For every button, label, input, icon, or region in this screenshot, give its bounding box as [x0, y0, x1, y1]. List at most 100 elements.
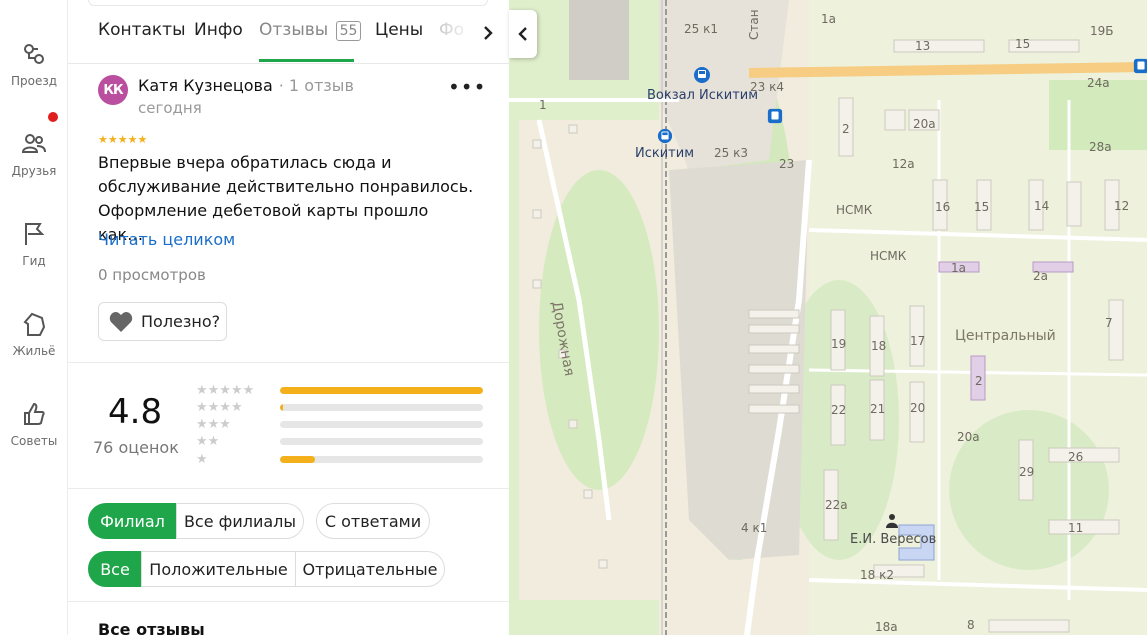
map-label: 20: [910, 401, 926, 415]
panel-top-edge: [88, 0, 488, 6]
rating-row-stars: ★★★★★: [196, 383, 255, 398]
rating-row-bar-fill: [280, 387, 483, 394]
map-label: 2: [842, 122, 850, 136]
all-reviews-heading: Все отзывы: [98, 620, 205, 635]
chevron-right-icon: [484, 26, 493, 40]
map-label: 16: [935, 200, 951, 214]
tab-reviews-label: Отзывы: [259, 20, 329, 40]
map-label: 14: [1034, 199, 1050, 213]
map-label: 4 к1: [741, 521, 768, 535]
map-label: 2а: [1033, 269, 1048, 283]
map-label: 23 к4: [750, 80, 784, 94]
route-icon: [24, 44, 44, 64]
reviews-count-badge: 55: [335, 21, 362, 41]
tab-reviews[interactable]: Отзывы 55: [259, 20, 362, 41]
filter-all-branches-chip[interactable]: Все филиалы: [176, 503, 304, 539]
rating-count: 76 оценок: [93, 438, 179, 457]
friends-icon: [21, 134, 46, 153]
divider: [68, 362, 509, 363]
rail-item-guide[interactable]: Гид: [0, 220, 68, 268]
more-options-button[interactable]: •••: [448, 77, 485, 100]
filter-positive-chip[interactable]: Положительные: [141, 551, 296, 587]
thumbs-up-icon: [24, 402, 45, 425]
review-views: 0 просмотров: [98, 266, 206, 284]
heart-icon: [109, 311, 133, 332]
map-poi-vokzal[interactable]: Вокзал Искитим: [647, 88, 758, 103]
map-label: 28а: [1089, 140, 1112, 154]
rating-row-bar: [280, 404, 483, 411]
map-label: 1: [539, 98, 547, 112]
rail-label: Советы: [10, 434, 58, 448]
map-label: 1а: [821, 12, 836, 26]
bus-stop-icon[interactable]: [1133, 58, 1147, 74]
rating-row: ★★★: [196, 417, 483, 432]
map-label: 18а: [875, 620, 898, 634]
rating-row-bar: [280, 421, 483, 428]
map-label: НСМК: [836, 203, 873, 217]
rail-item-friends[interactable]: Друзья: [0, 130, 68, 178]
map-label: 11: [1068, 521, 1084, 535]
map-poi-veresov[interactable]: Е.И. Вересов: [850, 532, 936, 547]
flag-icon: [25, 223, 45, 245]
rating-row-bar: [280, 387, 483, 394]
train-station-icon[interactable]: [657, 128, 673, 144]
tab-prices[interactable]: Цены: [375, 20, 423, 40]
rating-row-stars: ★: [196, 452, 208, 467]
map-label: 17: [910, 334, 926, 348]
map-label: 2: [975, 374, 983, 388]
notification-dot: [48, 112, 58, 122]
collapse-panel-button[interactable]: [509, 10, 537, 58]
filter-branch-chip[interactable]: Филиал: [88, 503, 177, 539]
map-label-stan: Стан: [747, 9, 761, 40]
rail-label: Жильё: [12, 344, 56, 358]
filter-all-chip[interactable]: Все: [88, 551, 142, 587]
map-label: 12: [1114, 199, 1130, 213]
bus-stop-icon[interactable]: [693, 66, 711, 84]
rating-row: ★: [196, 452, 483, 467]
rating-row-stars: ★★: [196, 434, 220, 449]
map-label: 29: [1019, 465, 1035, 479]
map-label: 25 к3: [714, 146, 748, 160]
review-stars: ★★★★★: [98, 133, 148, 146]
tab-info[interactable]: Инфо: [194, 20, 243, 40]
filter-with-answers-chip[interactable]: С ответами: [316, 503, 430, 539]
tab-contacts[interactable]: Контакты: [98, 20, 186, 40]
author-review-count: · 1 отзыв: [278, 76, 354, 95]
avatar[interactable]: КК: [98, 75, 128, 105]
rating-row-bar: [280, 456, 483, 463]
map-label: 19: [831, 337, 847, 351]
rail-item-route[interactable]: Проезд: [0, 40, 68, 88]
rating-row-bar: [280, 438, 483, 445]
rail-label: Проезд: [10, 74, 58, 88]
rating-value: 4.8: [108, 392, 163, 432]
map-label: 18 к2: [860, 568, 894, 582]
map-label: 22а: [825, 498, 848, 512]
map-poi-iskitim[interactable]: Искитим: [635, 146, 694, 161]
map-label: 26: [1068, 450, 1084, 464]
tab-fade: [428, 10, 478, 54]
rating-row-bar-fill: [280, 456, 315, 463]
tabs-next-button[interactable]: [473, 18, 503, 48]
map-label: НСМК: [870, 249, 907, 263]
filter-negative-chip[interactable]: Отрицательные: [295, 551, 445, 587]
useful-button[interactable]: Полезно?: [98, 302, 227, 341]
tab-bar: Контакты Инфо Отзывы 55 Цены Фо: [68, 0, 509, 64]
map-label: 23: [779, 157, 795, 171]
map-district-centralny: Центральный: [955, 328, 1056, 344]
bus-stop-icon[interactable]: [767, 108, 783, 124]
organization-panel: Контакты Инфо Отзывы 55 Цены Фо КК Катя …: [68, 0, 509, 635]
map-label: 19Б: [1090, 24, 1114, 38]
map-label: 18: [871, 339, 887, 353]
map-label: 15: [974, 200, 990, 214]
read-more-link[interactable]: Читать целиком: [98, 230, 235, 249]
author-name[interactable]: Катя Кузнецова: [138, 76, 273, 95]
rating-row-stars: ★★★: [196, 417, 231, 432]
rail-item-housing[interactable]: Жильё: [0, 310, 68, 358]
rail-item-tips[interactable]: Советы: [0, 400, 68, 448]
person-marker-icon[interactable]: [885, 513, 899, 529]
divider: [68, 601, 509, 602]
map[interactable]: Стан 25 к1 1а 19Б 13 15 Вокзал Искитим 2…: [509, 0, 1147, 635]
map-label: 24а: [1087, 76, 1110, 90]
rating-row-stars: ★★★★: [196, 400, 243, 415]
map-label: 8: [967, 618, 975, 632]
